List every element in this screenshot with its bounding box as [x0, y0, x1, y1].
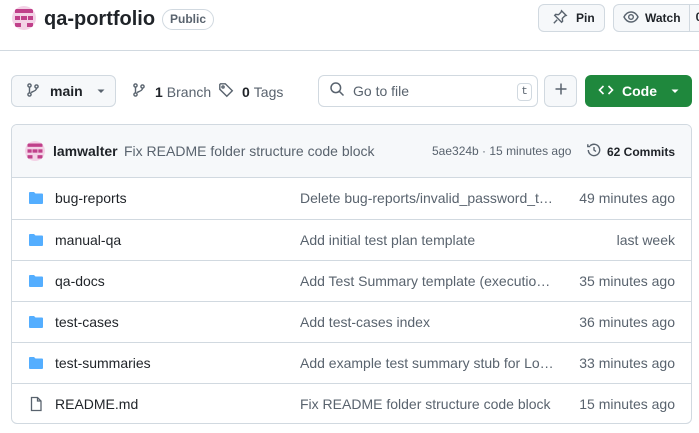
- file-name-link[interactable]: test-cases: [55, 314, 119, 330]
- repo-name-link[interactable]: qa-portfolio: [44, 6, 155, 32]
- branches-count: 1: [155, 83, 163, 100]
- pin-label: Pin: [576, 11, 595, 25]
- commit-message-link[interactable]: Fix README folder structure code block: [124, 143, 375, 159]
- file-row[interactable]: qa-docs Add Test Summary template (execut…: [12, 260, 691, 301]
- author-avatar[interactable]: [25, 141, 45, 161]
- watch-label: Watch: [645, 11, 681, 25]
- code-icon: [598, 82, 614, 101]
- pin-button[interactable]: Pin: [538, 4, 605, 32]
- folder-icon: [28, 232, 44, 253]
- search-icon: [329, 81, 345, 102]
- folder-icon: [28, 273, 44, 294]
- file-name-link[interactable]: manual-qa: [55, 232, 121, 248]
- file-commit-message-link[interactable]: Add Test Summary template (execution res…: [300, 273, 554, 289]
- file-icon: [28, 396, 44, 417]
- file-name-link[interactable]: test-summaries: [55, 355, 151, 371]
- file-commit-message-link[interactable]: Fix README folder structure code block: [300, 396, 554, 412]
- commit-hash-time[interactable]: 5ae324b · 15 minutes ago: [432, 144, 571, 158]
- keyboard-shortcut-hint: t: [517, 83, 532, 101]
- tags-link[interactable]: 0 Tags: [218, 82, 283, 101]
- plus-icon: [554, 82, 568, 101]
- file-row[interactable]: README.md Fix README folder structure cod…: [12, 383, 691, 423]
- file-commit-message-link[interactable]: Add example test summary stub for Login: [300, 355, 554, 371]
- code-label: Code: [622, 83, 657, 99]
- eye-icon: [623, 9, 639, 28]
- go-to-file-search[interactable]: t: [318, 75, 538, 107]
- file-name-link[interactable]: qa-docs: [55, 273, 105, 289]
- tag-icon: [218, 82, 234, 101]
- branch-name: main: [50, 83, 83, 99]
- file-commit-time: 15 minutes ago: [579, 396, 675, 412]
- file-commit-time: 35 minutes ago: [579, 273, 675, 289]
- code-button[interactable]: Code: [585, 75, 692, 107]
- add-file-button[interactable]: [544, 75, 577, 107]
- tags-count: 0: [242, 83, 250, 100]
- commits-count-label: 62 Commits: [607, 144, 676, 159]
- file-commit-time: last week: [616, 232, 675, 248]
- branches-label: Branch: [166, 83, 212, 100]
- folder-icon: [28, 190, 44, 211]
- file-row[interactable]: test-summaries Add example test summary s…: [12, 342, 691, 383]
- repo-header: qa-portfolio Public Pin Watch 0: [0, 0, 699, 51]
- owner-avatar[interactable]: [12, 6, 36, 30]
- file-name-link[interactable]: README.md: [55, 396, 138, 412]
- folder-icon: [28, 314, 44, 335]
- file-row[interactable]: manual-qa Add initial test plan template l…: [12, 219, 691, 260]
- commits-history-link[interactable]: 62 Commits: [586, 142, 675, 161]
- branch-selector[interactable]: main: [11, 75, 116, 107]
- file-name-link[interactable]: bug-reports: [55, 190, 127, 206]
- file-commit-message-link[interactable]: Add test-cases index: [300, 314, 554, 330]
- history-icon: [586, 142, 602, 161]
- latest-commit-bar: lamwalter Fix README folder structure co…: [12, 125, 691, 178]
- tags-label: Tags: [253, 83, 284, 100]
- commit-author-link[interactable]: lamwalter: [53, 143, 118, 159]
- watch-count: 0: [688, 4, 699, 32]
- pin-icon: [552, 9, 568, 28]
- watch-button[interactable]: Watch 0: [613, 4, 699, 32]
- visibility-badge: Public: [162, 9, 215, 30]
- branches-link[interactable]: 1 Branch: [131, 82, 211, 101]
- git-branch-icon: [25, 82, 41, 101]
- file-row[interactable]: bug-reports Delete bug-reports/invalid_pa…: [12, 178, 691, 219]
- file-commit-time: 33 minutes ago: [579, 355, 675, 371]
- file-commit-time: 49 minutes ago: [579, 190, 675, 206]
- folder-icon: [28, 355, 44, 376]
- git-branch-icon: [131, 82, 147, 101]
- file-commit-time: 36 minutes ago: [579, 314, 675, 330]
- file-row[interactable]: test-cases Add test-cases index 36 minutes…: [12, 301, 691, 342]
- file-commit-message-link[interactable]: Delete bug-reports/invalid_password_test…: [300, 190, 554, 206]
- file-list: lamwalter Fix README folder structure co…: [11, 124, 692, 424]
- search-input[interactable]: [353, 83, 503, 99]
- file-commit-message-link[interactable]: Add initial test plan template: [300, 232, 554, 248]
- caret-down-icon: [96, 83, 106, 99]
- caret-down-icon: [670, 83, 680, 99]
